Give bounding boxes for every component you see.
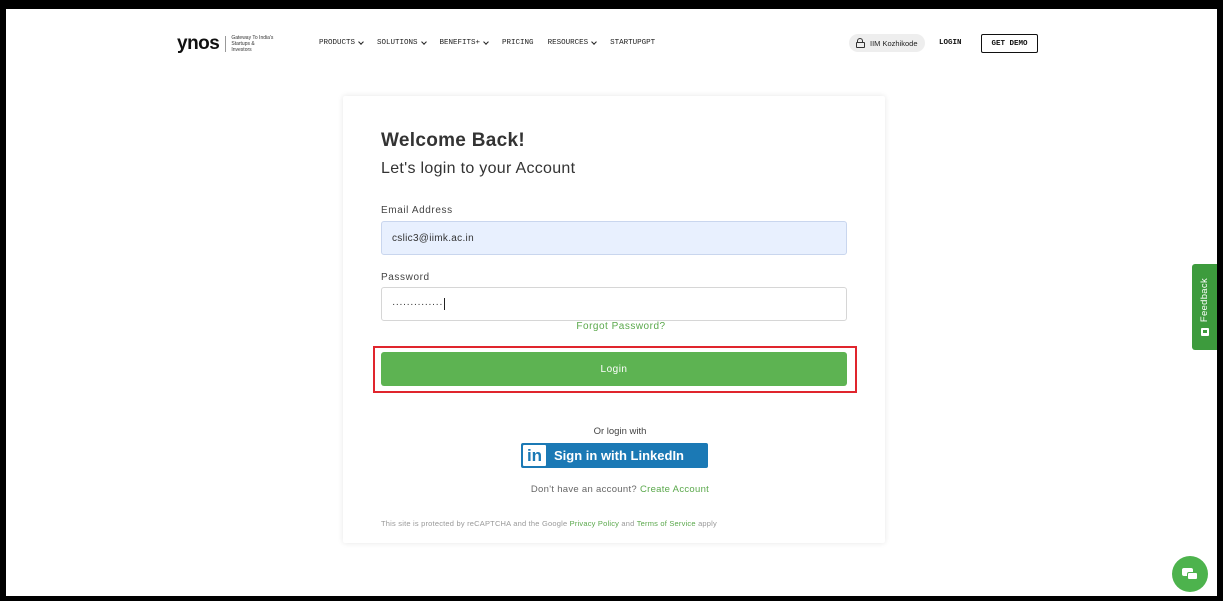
feedback-tab[interactable]: Feedback xyxy=(1192,264,1217,350)
nav-item-label: STARTUPGPT xyxy=(610,39,656,47)
feedback-icon xyxy=(1200,328,1209,337)
nav-item-label: PRODUCTS xyxy=(319,39,356,47)
password-label: Password xyxy=(381,272,430,283)
main-nav: PRODUCTS SOLUTIONS BENEFITS+ PRICING RESOURC… xyxy=(319,39,669,47)
nav-item-benefits[interactable]: BENEFITS+ xyxy=(440,39,489,47)
forgot-password-link[interactable]: Forgot Password? xyxy=(343,321,885,332)
logo-divider xyxy=(225,35,227,52)
chevron-down-icon xyxy=(483,39,489,45)
recaptcha-suffix: apply xyxy=(698,519,717,528)
ynos-logo[interactable]: ynos Gateway To India's Startups & Inves… xyxy=(177,34,275,53)
chat-icon xyxy=(1182,567,1198,581)
chevron-down-icon xyxy=(358,39,364,45)
linkedin-signin-button[interactable]: in Sign in with LinkedIn xyxy=(521,443,708,468)
recaptcha-prefix: This site is protected by reCAPTCHA and … xyxy=(381,519,568,528)
page-title: Welcome Back! xyxy=(381,130,525,151)
password-value: ·············· xyxy=(392,298,443,310)
email-field[interactable]: cslic3@iimk.ac.in xyxy=(381,221,847,255)
org-selector[interactable]: IIM Kozhikode xyxy=(849,34,925,52)
login-button[interactable]: Login xyxy=(381,352,847,386)
nav-item-products[interactable]: PRODUCTS xyxy=(319,39,364,47)
or-login-with-text: Or login with xyxy=(593,426,647,437)
signup-prompt: Don't have an account? Create Account xyxy=(343,484,885,495)
site-header: ynos Gateway To India's Startups & Inves… xyxy=(6,9,1217,79)
org-name: IIM Kozhikode xyxy=(870,38,918,48)
unlock-icon xyxy=(856,38,865,48)
email-value: cslic3@iimk.ac.in xyxy=(392,232,474,244)
recaptcha-and: and xyxy=(621,519,635,528)
text-caret xyxy=(443,298,445,310)
chevron-down-icon xyxy=(420,39,427,45)
logo-tagline: Gateway To India's Startups & Investors xyxy=(231,34,274,53)
nav-item-label: RESOURCES xyxy=(547,39,589,47)
nav-item-startupgpt[interactable]: STARTUPGPT xyxy=(610,39,655,47)
nav-item-label: PRICING xyxy=(502,39,534,47)
get-demo-button[interactable]: GET DEMO xyxy=(981,34,1038,53)
email-label: Email Address xyxy=(381,205,453,216)
chevron-down-icon xyxy=(591,39,597,45)
no-account-text: Don't have an account? xyxy=(530,484,637,495)
nav-item-solutions[interactable]: SOLUTIONS xyxy=(377,39,427,47)
terms-of-service-link[interactable]: Terms of Service xyxy=(637,519,696,528)
nav-item-label: SOLUTIONS xyxy=(377,39,418,47)
recaptcha-notice: This site is protected by reCAPTCHA and … xyxy=(381,519,717,528)
nav-item-label: BENEFITS+ xyxy=(439,39,481,47)
linkedin-icon: in xyxy=(523,445,546,466)
password-field[interactable]: ·············· xyxy=(381,287,847,321)
page-subtitle: Let's login to your Account xyxy=(381,160,576,177)
create-account-link[interactable]: Create Account xyxy=(640,484,709,495)
login-card: Welcome Back! Let's login to your Accoun… xyxy=(343,96,885,543)
nav-item-resources[interactable]: RESOURCES xyxy=(548,39,597,47)
browser-viewport: ynos Gateway To India's Startups & Inves… xyxy=(6,9,1217,596)
chat-launcher-button[interactable] xyxy=(1172,556,1208,592)
logo-wordmark: ynos xyxy=(177,33,220,54)
privacy-policy-link[interactable]: Privacy Policy xyxy=(570,519,619,528)
feedback-label: Feedback xyxy=(1199,277,1210,323)
nav-item-pricing[interactable]: PRICING xyxy=(502,39,534,47)
header-login-link[interactable]: LOGIN xyxy=(939,39,962,47)
linkedin-button-label: Sign in with LinkedIn xyxy=(554,448,684,463)
